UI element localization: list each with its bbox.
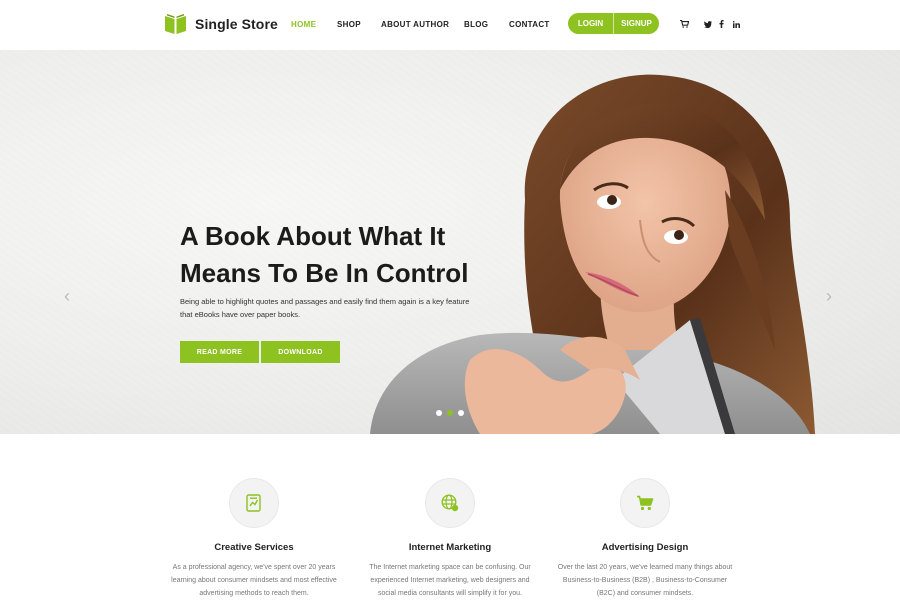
linkedin-icon[interactable] [731, 19, 741, 29]
slide-dot-2[interactable] [447, 410, 453, 416]
slide-dot-3[interactable] [458, 410, 464, 416]
hero-title-line-1: A Book About What It [180, 221, 446, 251]
service-internet-marketing: Internet Marketing The Internet marketin… [350, 478, 550, 600]
site-header: Single Store HOME SHOP ABOUT AUTHOR BLOG… [0, 0, 900, 50]
slide-dot-1[interactable] [436, 410, 442, 416]
hero-description: Being able to highlight quotes and passa… [180, 297, 470, 319]
login-button[interactable]: LOGIN [568, 19, 613, 28]
service-creative: Creative Services As a professional agen… [154, 478, 354, 600]
hero-slider: A Book About What It Means To Be In Cont… [0, 50, 900, 434]
facebook-icon[interactable] [716, 19, 726, 29]
cart-icon[interactable] [679, 19, 689, 29]
service-advertising-design: Advertising Design Over the last 20 year… [545, 478, 745, 600]
read-more-button[interactable]: READ MORE [180, 341, 259, 363]
brand-name: Single Store [195, 15, 278, 32]
next-slide-arrow-icon[interactable]: › [826, 286, 832, 307]
service-title: Internet Marketing [408, 542, 492, 553]
download-button[interactable]: DOWNLOAD [261, 341, 340, 363]
service-description: Over the last 20 years, we've learned ma… [557, 564, 733, 597]
nav-shop[interactable]: SHOP [337, 20, 361, 29]
book-logo-icon [165, 14, 186, 34]
globe-icon [425, 478, 475, 528]
auth-buttons: LOGIN SIGNUP [568, 13, 659, 34]
hero-title-line-2: Means To Be In Control [180, 258, 469, 288]
nav-about-author[interactable]: ABOUT AUTHOR [381, 20, 449, 29]
signup-button[interactable]: SIGNUP [614, 19, 659, 28]
twitter-icon[interactable] [703, 19, 713, 29]
nav-contact[interactable]: CONTACT [509, 20, 550, 29]
nav-blog[interactable]: BLOG [464, 20, 488, 29]
prev-slide-arrow-icon[interactable]: ‹ [64, 286, 70, 307]
service-description: The Internet marketing space can be conf… [369, 564, 531, 597]
hero-title: A Book About What It Means To Be In Cont… [180, 218, 500, 292]
service-title: Advertising Design [601, 542, 689, 553]
service-description: As a professional agency, we've spent ov… [171, 564, 337, 597]
nav-home[interactable]: HOME [291, 20, 316, 29]
document-chart-icon [229, 478, 279, 528]
shopping-cart-icon [620, 478, 670, 528]
logo[interactable]: Single Store [164, 12, 278, 35]
service-title: Creative Services [214, 542, 294, 553]
